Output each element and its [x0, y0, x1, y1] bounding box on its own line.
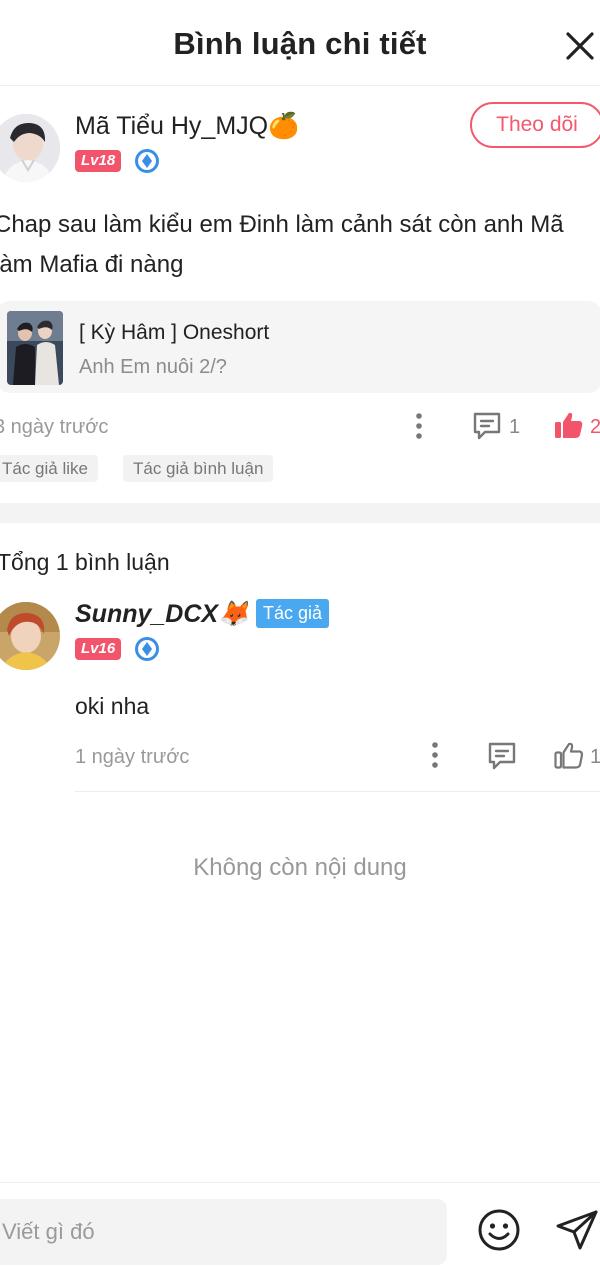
- section-divider: [0, 503, 600, 523]
- comment-text: Chap sau làm kiểu em Đinh làm cảnh sát c…: [0, 211, 564, 278]
- shield-icon: [134, 148, 160, 174]
- follow-button[interactable]: Theo dõi: [470, 102, 600, 148]
- tag-author-like: Tác giả like: [0, 455, 98, 482]
- reply-comment-icon[interactable]: [486, 740, 518, 772]
- header: Bình luận chi tiết: [0, 0, 600, 86]
- reply-level-badge: Lv16: [75, 638, 122, 660]
- user-photo: [0, 114, 60, 182]
- send-button[interactable]: [554, 1208, 600, 1252]
- end-of-content: Không còn nội dung: [193, 854, 407, 881]
- fox-emoji: 🦊: [218, 600, 250, 628]
- reply-count: 1: [509, 416, 521, 438]
- story-subtitle: Anh Em nuôi 2/?: [79, 356, 227, 378]
- more-icon[interactable]: [408, 411, 430, 443]
- reply-icon[interactable]: [471, 410, 503, 442]
- reply-more-icon[interactable]: [424, 740, 446, 772]
- story-title: [ Kỳ Hâm ] Oneshort: [79, 321, 270, 344]
- tag-author-comment: Tác giả bình luận: [123, 455, 274, 482]
- user-name: Mã Tiểu Hy_MJQ: [75, 112, 269, 140]
- orange-emoji: 🍊: [268, 112, 300, 140]
- send-icon: [556, 1210, 598, 1250]
- comment-time: 3 ngày trước: [0, 416, 109, 438]
- story-cover: [7, 311, 63, 385]
- reply-text: oki nha: [75, 693, 150, 719]
- reply-shield-icon: [134, 636, 160, 662]
- like-filled-icon[interactable]: [553, 409, 585, 441]
- reply-user-name: Sunny_DCX: [75, 600, 219, 628]
- page-title: Bình luận chi tiết: [173, 26, 427, 61]
- level-badge: Lv18: [75, 150, 122, 172]
- reply-user-name-link[interactable]: Sunny_DCX🦊: [75, 600, 249, 629]
- like-outline-icon[interactable]: [553, 739, 585, 771]
- reply-time: 1 ngày trước: [75, 746, 190, 768]
- reply-divider: [75, 791, 600, 792]
- like-count: 2: [590, 416, 600, 438]
- total-replies-label: Tổng 1 bình luận: [0, 549, 170, 575]
- avatar[interactable]: [0, 114, 60, 182]
- smile-icon: [478, 1209, 520, 1251]
- close-button[interactable]: [560, 26, 600, 66]
- bottom-bar: [0, 1182, 600, 1266]
- author-tag: Tác giả: [256, 599, 330, 628]
- comment-input[interactable]: [0, 1199, 447, 1265]
- reply-avatar[interactable]: [0, 602, 60, 670]
- reply-like-count: 1: [590, 746, 600, 768]
- emoji-button[interactable]: [477, 1208, 521, 1252]
- story-card[interactable]: [ Kỳ Hâm ] Oneshort Anh Em nuôi 2/?: [0, 301, 600, 393]
- reply-user-photo: [0, 602, 60, 670]
- close-icon: [566, 32, 594, 60]
- user-name-link[interactable]: Mã Tiểu Hy_MJQ🍊: [75, 112, 299, 141]
